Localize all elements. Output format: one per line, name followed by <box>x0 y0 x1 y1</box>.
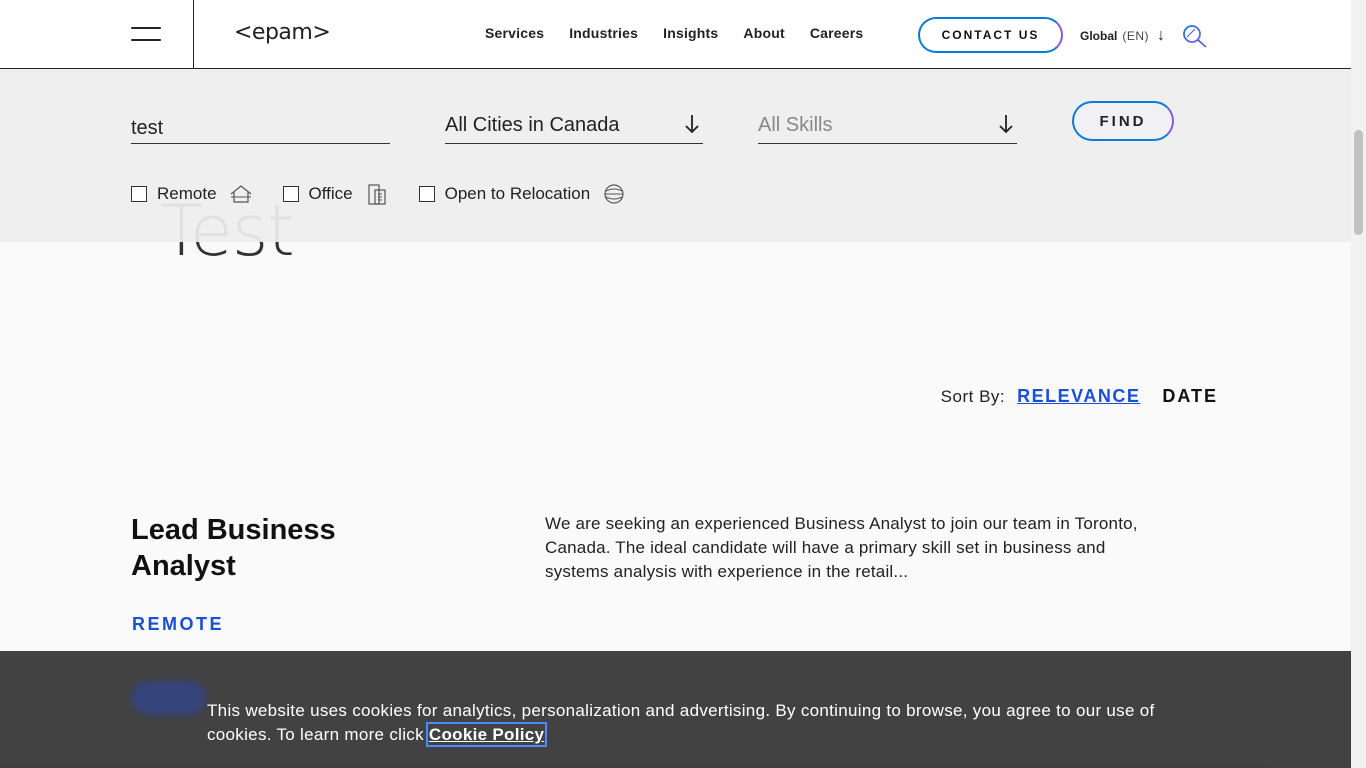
remote-checkbox[interactable]: Remote <box>131 183 253 205</box>
office-building-icon <box>368 184 386 205</box>
epam-logo[interactable]: <epam> <box>234 20 331 45</box>
job-location-type: REMOTE <box>132 614 225 634</box>
skills-select-placeholder: All Skills <box>758 114 833 136</box>
checkbox[interactable] <box>282 186 299 202</box>
keyword-search-input[interactable] <box>131 114 390 144</box>
scrollbar-thumb[interactable] <box>1354 130 1363 235</box>
sort-date-link[interactable]: DATE <box>1162 386 1218 407</box>
sort-controls: Sort By: RELEVANCE DATE <box>941 386 1218 407</box>
filter-checkboxes: Remote Office Open to Relocation <box>131 183 656 205</box>
job-description: We are seeking an experienced Business A… <box>545 514 1138 581</box>
main-nav: Services Industries Insights About Caree… <box>485 25 888 41</box>
relocation-globe-icon <box>604 184 624 204</box>
sort-label: Sort By: <box>940 387 1006 406</box>
city-select[interactable]: All Cities in Canada <box>445 111 703 144</box>
checkbox[interactable] <box>418 186 435 202</box>
cookie-message: This website uses cookies for analytics,… <box>207 699 1167 747</box>
job-search-panel: All Cities in Canada All Skills FIND Rem… <box>0 69 1351 242</box>
cookie-policy-link[interactable]: Cookie Policy <box>425 722 548 747</box>
nav-about[interactable]: About <box>743 25 784 41</box>
sort-relevance-link[interactable]: RELEVANCE <box>1017 386 1140 407</box>
checkbox[interactable] <box>131 186 147 202</box>
language-selector[interactable]: Global (EN) ↓ <box>1080 27 1165 45</box>
remote-house-icon <box>230 185 251 203</box>
global-label: Global <box>1080 29 1118 43</box>
skills-select[interactable]: All Skills <box>758 111 1017 144</box>
menu-hamburger-icon[interactable] <box>131 27 163 43</box>
arrow-down-icon: ↓ <box>1157 27 1166 44</box>
blurred-button-behind <box>131 681 206 715</box>
header-divider <box>193 0 194 69</box>
search-icon[interactable] <box>1182 24 1208 48</box>
office-label: Office <box>308 184 353 203</box>
cookie-text: This website uses cookies for analytics,… <box>207 701 1155 744</box>
relocation-label: Open to Relocation <box>444 184 591 203</box>
nav-insights[interactable]: Insights <box>663 25 718 41</box>
cookie-banner: This website uses cookies for analytics,… <box>0 651 1351 768</box>
remote-label: Remote <box>157 184 217 203</box>
job-title-link[interactable]: Lead Business Analyst <box>131 512 431 584</box>
site-header: <epam> Services Industries Insights Abou… <box>0 0 1351 69</box>
language-code: (EN) <box>1122 29 1150 43</box>
nav-industries[interactable]: Industries <box>569 25 638 41</box>
contact-us-button[interactable]: CONTACT US <box>918 17 1063 53</box>
find-button[interactable]: FIND <box>1072 101 1174 141</box>
relocation-checkbox[interactable]: Open to Relocation <box>418 183 627 205</box>
city-select-value: All Cities in Canada <box>445 114 620 136</box>
office-checkbox[interactable]: Office <box>282 183 389 205</box>
arrow-down-icon <box>999 115 1013 134</box>
nav-services[interactable]: Services <box>485 25 544 41</box>
scrollbar[interactable] <box>1351 0 1366 768</box>
nav-careers[interactable]: Careers <box>810 25 864 41</box>
arrow-down-icon <box>685 115 699 134</box>
